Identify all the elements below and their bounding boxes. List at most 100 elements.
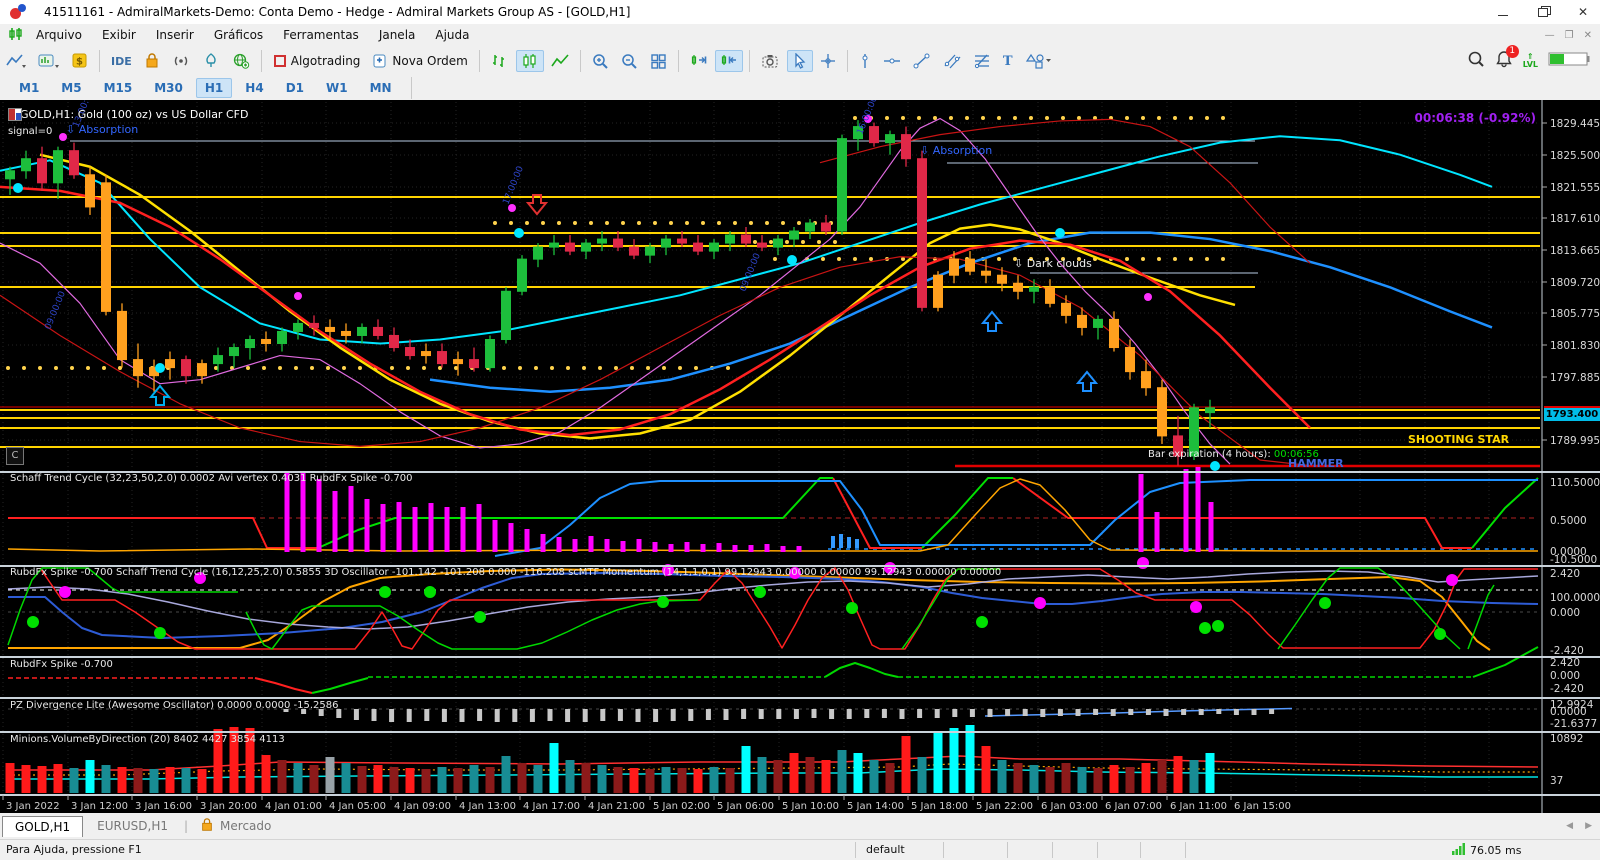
child-minimize-button[interactable]: — — [1545, 30, 1555, 41]
tf-w1[interactable]: W1 — [317, 78, 357, 98]
menu-janela[interactable]: Janela — [369, 26, 426, 44]
svg-text:-21.6377: -21.6377 — [1550, 718, 1597, 730]
svg-text:6 Jan 11:00: 6 Jan 11:00 — [1170, 801, 1227, 812]
tf-m15[interactable]: M15 — [95, 78, 142, 98]
line-chart-type-icon[interactable] — [546, 50, 574, 72]
vertical-line-tool-icon[interactable] — [854, 50, 876, 72]
community-icon[interactable] — [227, 50, 255, 72]
svg-text:5 Jan 02:00: 5 Jan 02:00 — [653, 801, 710, 812]
menu-exibir[interactable]: Exibir — [92, 26, 146, 44]
restore-button[interactable] — [1536, 5, 1550, 19]
market-watch-dollar-icon[interactable]: $ — [67, 50, 93, 72]
connection-level-icon — [1548, 50, 1590, 72]
menu-graficos[interactable]: Gráficos — [204, 26, 273, 44]
svg-text:$: $ — [76, 57, 83, 68]
candles-chart-type-icon[interactable] — [516, 50, 544, 72]
bars-chart-type-icon[interactable] — [486, 50, 514, 72]
svg-text:-2.420: -2.420 — [1550, 683, 1584, 695]
window-title: 41511161 - AdmiralMarkets-Demo: Conta De… — [44, 5, 630, 19]
child-restore-button[interactable]: ❐ — [1565, 30, 1574, 41]
svg-text:6 Jan 07:00: 6 Jan 07:00 — [1105, 801, 1162, 812]
screenshot-camera-icon[interactable] — [756, 50, 785, 72]
notification-badge: 1 — [1506, 45, 1519, 58]
status-profile[interactable]: default — [866, 843, 905, 856]
crosshair-icon[interactable] — [815, 50, 841, 72]
svg-text:1825.500: 1825.500 — [1550, 150, 1600, 162]
svg-text:4 Jan 21:00: 4 Jan 21:00 — [588, 801, 645, 812]
close-button[interactable]: ✕ — [1576, 5, 1590, 19]
menu-ajuda[interactable]: Ajuda — [425, 26, 479, 44]
text-tool-icon[interactable]: T — [998, 51, 1018, 72]
svg-text:0.5000: 0.5000 — [1550, 515, 1587, 527]
tf-m30[interactable]: M30 — [145, 78, 192, 98]
lvl-indicator[interactable]: ⇑LVL — [1523, 53, 1538, 69]
svg-text:3 Jan 20:00: 3 Jan 20:00 — [200, 801, 257, 812]
fibonacci-tool-icon[interactable] — [968, 50, 996, 72]
menu-ferramentas[interactable]: Ferramentas — [273, 26, 369, 44]
tab-scroll-left[interactable]: ◀ — [1566, 821, 1573, 831]
svg-text:5 Jan 14:00: 5 Jan 14:00 — [847, 801, 904, 812]
menu-bar: Arquivo Exibir Inserir Gráficos Ferramen… — [0, 24, 1600, 46]
search-icon[interactable] — [1467, 50, 1485, 72]
svg-text:0.0000: 0.0000 — [1550, 706, 1587, 718]
svg-text:1817.610: 1817.610 — [1550, 213, 1600, 225]
mt5-logo-icon — [8, 2, 38, 22]
chart-shift-icon[interactable] — [715, 50, 743, 72]
trendline-tool-icon[interactable] — [908, 50, 936, 72]
svg-text:6 Jan 03:00: 6 Jan 03:00 — [1041, 801, 1098, 812]
svg-text:5 Jan 18:00: 5 Jan 18:00 — [911, 801, 968, 812]
tf-d1[interactable]: D1 — [277, 78, 313, 98]
cursor-icon[interactable] — [787, 50, 813, 72]
svg-text:3 Jan 16:00: 3 Jan 16:00 — [135, 801, 192, 812]
notifications-bell-icon[interactable]: 1 — [1495, 50, 1513, 72]
shapes-tool-dropdown[interactable] — [1020, 50, 1056, 72]
tf-m1[interactable]: M1 — [10, 78, 48, 98]
channel-tool-icon[interactable] — [938, 50, 966, 72]
tf-h1[interactable]: H1 — [196, 78, 232, 98]
minimize-button[interactable] — [1496, 5, 1510, 19]
svg-text:1821.555: 1821.555 — [1550, 182, 1600, 194]
svg-text:1805.775: 1805.775 — [1550, 308, 1600, 320]
svg-text:2.420: 2.420 — [1550, 657, 1580, 669]
tab-eurusd-h1[interactable]: EURUSD,H1 — [85, 816, 180, 836]
algotrading-button[interactable]: Algotrading — [268, 51, 366, 71]
tab-gold-h1[interactable]: GOLD,H1 — [2, 816, 83, 837]
svg-text:3 Jan 2022: 3 Jan 2022 — [6, 801, 60, 812]
horizontal-line-tool-icon[interactable] — [878, 50, 906, 72]
svg-text:1797.885: 1797.885 — [1550, 372, 1600, 384]
marketplace-bag-icon[interactable] — [139, 50, 165, 72]
tf-m5[interactable]: M5 — [52, 78, 90, 98]
svg-text:5 Jan 22:00: 5 Jan 22:00 — [976, 801, 1033, 812]
child-close-button[interactable]: ✕ — [1584, 30, 1592, 41]
tile-windows-icon[interactable] — [645, 50, 672, 73]
chart-profile-dropdown[interactable] — [33, 50, 65, 72]
title-bar: 41511161 - AdmiralMarkets-Demo: Conta De… — [0, 0, 1600, 25]
vps-icon[interactable] — [197, 50, 225, 72]
chart-type-dropdown[interactable] — [1, 50, 31, 72]
tab-mercado[interactable]: Mercado — [220, 816, 283, 836]
svg-text:3 Jan 12:00: 3 Jan 12:00 — [71, 801, 128, 812]
svg-text:10892: 10892 — [1550, 733, 1583, 745]
ide-button[interactable]: IDE — [106, 52, 137, 71]
status-help-text: Para Ajuda, pressione F1 — [6, 843, 142, 856]
signals-icon[interactable] — [167, 50, 195, 72]
menu-inserir[interactable]: Inserir — [146, 26, 204, 44]
tf-h4[interactable]: H4 — [236, 78, 272, 98]
menu-arquivo[interactable]: Arquivo — [26, 26, 92, 44]
market-bag-icon — [200, 818, 214, 835]
zoom-out-icon[interactable] — [616, 50, 643, 73]
svg-text:4 Jan 01:00: 4 Jan 01:00 — [265, 801, 322, 812]
app-chart-icon — [8, 27, 24, 44]
svg-text:37: 37 — [1550, 775, 1563, 787]
new-order-button[interactable]: Nova Ordem — [367, 50, 472, 72]
mt5-window: { "window":{"title":"41511161 - AdmiralM… — [0, 0, 1600, 860]
svg-text:110.5000: 110.5000 — [1550, 477, 1600, 489]
svg-text:4 Jan 05:00: 4 Jan 05:00 — [329, 801, 386, 812]
zoom-in-icon[interactable] — [587, 50, 614, 73]
chart-canvas[interactable]: 13:00:0009:00:0017:00:0009:00:0016:00:00… — [0, 100, 1600, 813]
tab-scroll-right[interactable]: ▶ — [1585, 821, 1592, 831]
svg-text:2.420: 2.420 — [1550, 568, 1580, 580]
svg-text:5 Jan 10:00: 5 Jan 10:00 — [782, 801, 839, 812]
auto-scroll-icon[interactable] — [685, 50, 713, 72]
tf-mn[interactable]: MN — [361, 78, 401, 98]
